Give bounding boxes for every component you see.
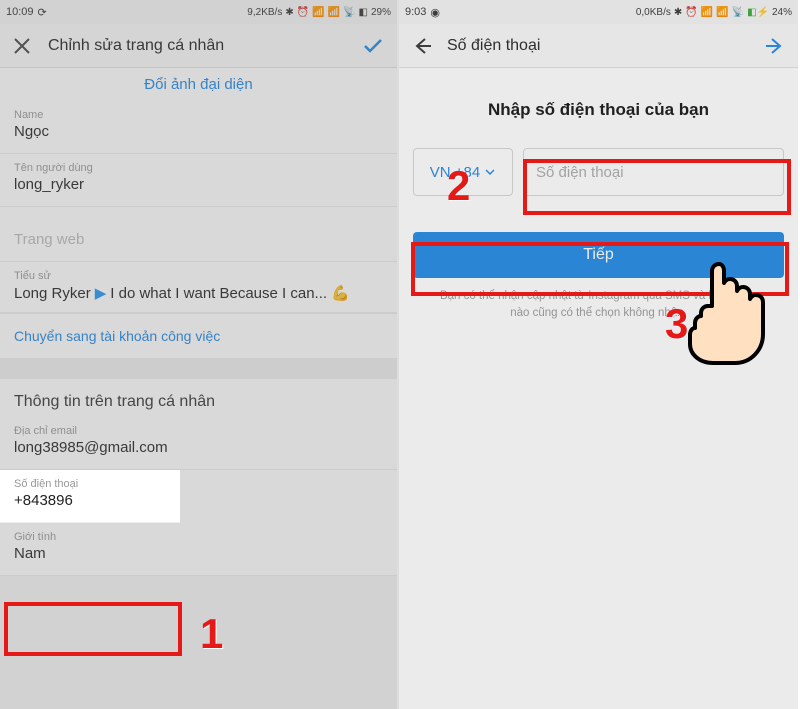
username-label: Tên người dùng: [14, 162, 383, 174]
battery-charging-icon: ◧⚡: [747, 7, 769, 18]
username-value: long_ryker: [14, 176, 383, 196]
alarm-icon: ⏰: [297, 7, 309, 18]
enter-phone-heading: Nhập số điện thoại của bạn: [399, 100, 798, 120]
status-bar: 9:03 ◉ 0,0KB/s ✱ ⏰ 📶 📶 📡 ◧⚡ 24%: [399, 0, 798, 24]
step-1-highlight: [4, 602, 182, 656]
battery-icon: ◧: [359, 7, 368, 18]
status-time: 9:03: [405, 6, 426, 18]
phone-field[interactable]: Số điện thoại +843896: [0, 470, 180, 523]
email-label: Địa chỉ email: [14, 425, 383, 437]
bio-name: Long Ryker: [14, 285, 91, 302]
signal-icon: 📶: [701, 7, 713, 18]
website-field[interactable]: Trang web: [0, 207, 397, 262]
profile-info-title: Thông tin trên trang cá nhân: [0, 379, 397, 417]
sync-icon: ⟳: [38, 6, 47, 19]
name-value: Ngọc: [14, 123, 383, 143]
switch-business-link[interactable]: Chuyển sang tài khoản công việc: [0, 313, 397, 359]
change-photo-link[interactable]: Đổi ảnh đại diện: [0, 68, 397, 101]
name-field[interactable]: Name Ngọc: [0, 101, 397, 154]
app-icon: ◉: [430, 6, 440, 19]
phone-input[interactable]: [523, 148, 784, 196]
bio-field[interactable]: Tiểu sử Long Ryker ▶ I do what I want Be…: [0, 262, 397, 313]
gender-field[interactable]: Giới tính Nam: [0, 523, 397, 576]
status-time: 10:09: [6, 6, 34, 18]
header-title: Chỉnh sửa trang cá nhân: [42, 37, 355, 55]
email-field[interactable]: Địa chỉ email long38985@gmail.com: [0, 417, 397, 470]
step-2-number: 2: [447, 162, 470, 210]
wifi-icon: 📡: [732, 7, 744, 18]
phone-value: +843896: [14, 492, 166, 512]
signal-icon: 📶: [312, 7, 324, 18]
status-battery: 24%: [772, 7, 792, 18]
chevron-down-icon: [484, 166, 496, 178]
phone-label: Số điện thoại: [14, 478, 166, 490]
forward-icon[interactable]: [756, 35, 786, 57]
status-bar: 10:09 ⟳ 9,2KB/s ✱ ⏰ 📶 📶 📡 ◧ 29%: [0, 0, 397, 24]
name-label: Name: [14, 109, 383, 121]
gender-value: Nam: [14, 545, 383, 565]
back-icon[interactable]: [411, 35, 441, 57]
hand-pointer-icon: [681, 258, 777, 373]
status-speed: 9,2KB/s: [247, 7, 282, 18]
signal-icon: 📶: [716, 7, 728, 18]
play-icon: ▶: [95, 284, 107, 302]
phone-header: Số điện thoại: [399, 24, 798, 68]
step-1-number: 1: [200, 610, 223, 658]
gender-label: Giới tính: [14, 531, 383, 543]
signal-icon: 📶: [328, 7, 340, 18]
status-speed: 0,0KB/s: [636, 7, 671, 18]
bluetooth-icon: ✱: [674, 7, 682, 18]
edit-profile-header: Chỉnh sửa trang cá nhân: [0, 24, 397, 68]
bio-text: I do what I want Because I can... 💪: [110, 284, 350, 302]
confirm-icon[interactable]: [355, 34, 385, 58]
header-title: Số điện thoại: [441, 37, 756, 55]
website-label: Trang web: [14, 231, 383, 251]
alarm-icon: ⏰: [685, 7, 697, 18]
wifi-icon: 📡: [343, 7, 355, 18]
email-value: long38985@gmail.com: [14, 439, 383, 459]
close-icon[interactable]: [12, 36, 42, 56]
bluetooth-icon: ✱: [285, 7, 293, 18]
bio-label: Tiểu sử: [14, 270, 383, 282]
username-field[interactable]: Tên người dùng long_ryker: [0, 154, 397, 207]
status-battery: 29%: [371, 7, 391, 18]
